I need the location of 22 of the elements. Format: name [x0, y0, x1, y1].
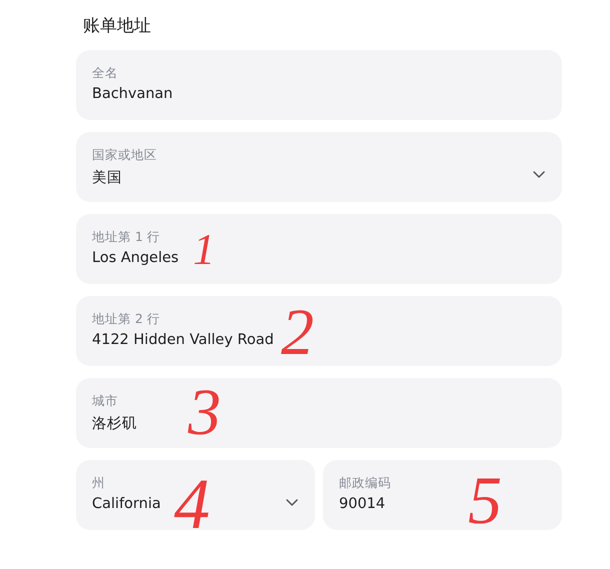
- field-value: 美国: [92, 168, 123, 187]
- field-label: 地址第 2 行: [92, 311, 161, 328]
- field-label: 国家或地区: [92, 147, 158, 164]
- handwritten-number: 3: [188, 380, 221, 446]
- field-label: 全名: [92, 65, 119, 82]
- field-value: 4122 Hidden Valley Road: [92, 332, 275, 348]
- field-value: 90014: [339, 496, 386, 512]
- field-label: 州: [92, 475, 106, 492]
- field-value: Bachvanan: [92, 86, 174, 102]
- handwritten-number: 2: [281, 300, 314, 366]
- input-field[interactable]: 邮政编码 90014 5: [323, 460, 562, 530]
- field-label: 城市: [92, 393, 119, 410]
- input-field[interactable]: 全名 Bachvanan: [76, 50, 562, 120]
- handwritten-number: 1: [193, 228, 215, 272]
- field-value: California: [92, 496, 162, 512]
- input-field[interactable]: 城市 洛杉矶 3: [76, 378, 562, 448]
- field-label: 地址第 1 行: [92, 229, 161, 246]
- field-label: 邮政编码: [339, 475, 392, 492]
- dropdown-field[interactable]: 国家或地区 美国: [76, 132, 562, 202]
- field-value: Los Angeles: [92, 250, 180, 266]
- field-value: 洛杉矶: [92, 415, 138, 433]
- section-heading: 账单地址: [83, 15, 152, 37]
